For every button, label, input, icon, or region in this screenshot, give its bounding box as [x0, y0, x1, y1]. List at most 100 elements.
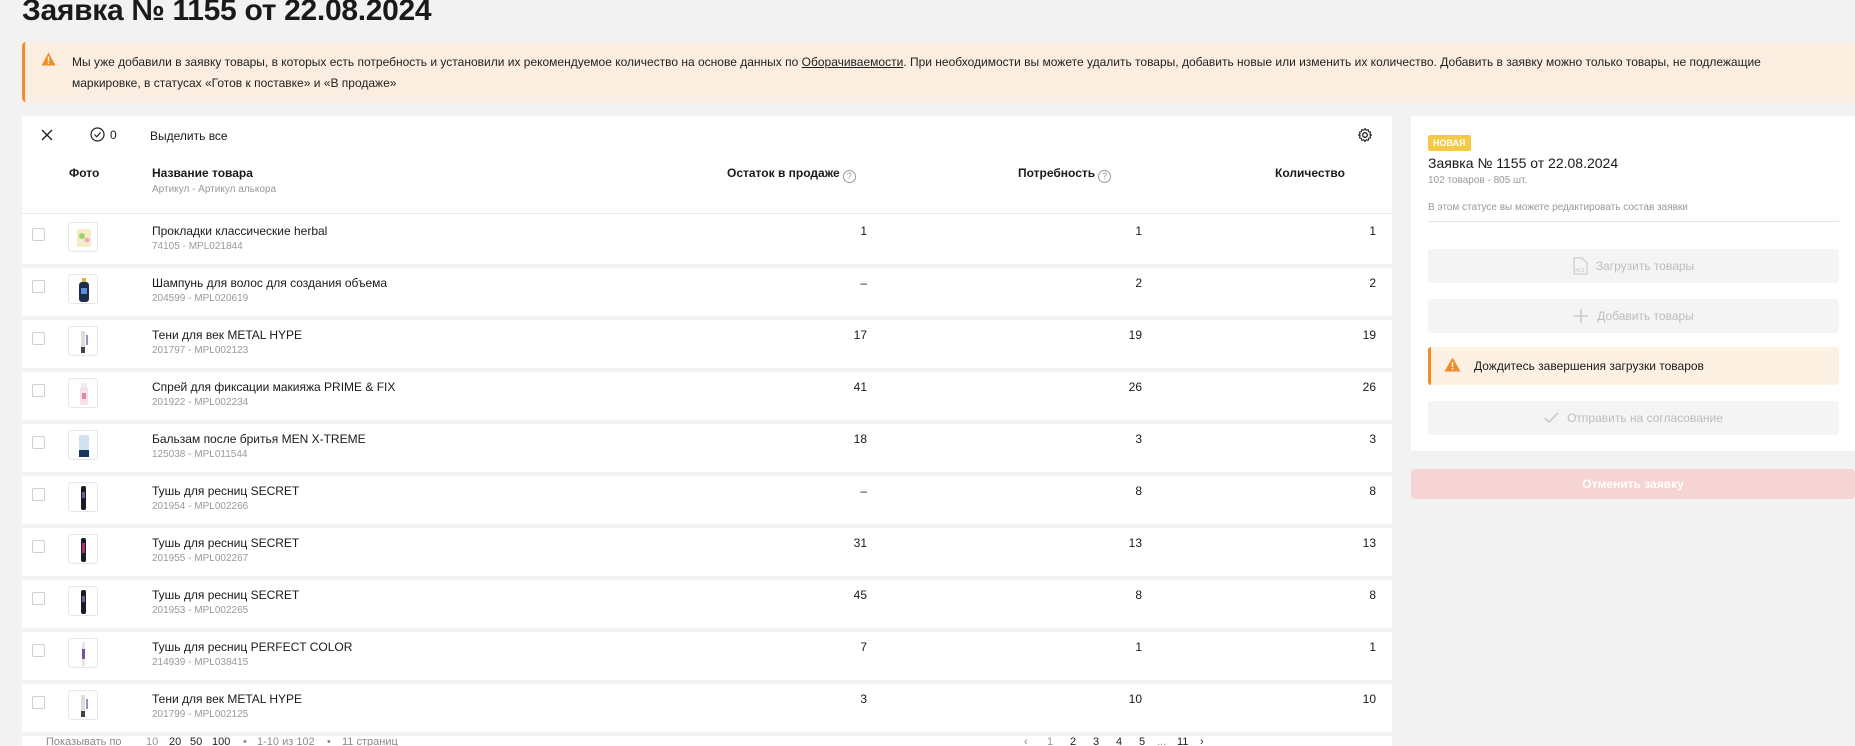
page-number[interactable]: 4: [1116, 736, 1122, 746]
quantity-value[interactable]: 3: [1316, 432, 1376, 446]
quantity-value[interactable]: 10: [1316, 692, 1376, 706]
select-all-button[interactable]: Выделить все: [150, 129, 228, 143]
table-row[interactable]: Прокладки классические herbal 74105 - MPL…: [22, 216, 1392, 268]
table-row[interactable]: Тушь для ресниц PERFECT COLOR 214939 - MP…: [22, 632, 1392, 684]
product-name[interactable]: Тушь для ресниц SECRET: [152, 536, 299, 550]
product-name[interactable]: Шампунь для волос для создания объема: [152, 276, 387, 290]
page-size-option[interactable]: 10: [146, 736, 158, 746]
product-name[interactable]: Тени для век METAL HYPE: [152, 328, 302, 342]
row-checkbox[interactable]: [32, 228, 45, 241]
quantity-value[interactable]: 1: [1316, 640, 1376, 654]
product-thumbnail: [68, 534, 98, 564]
row-checkbox[interactable]: [32, 696, 45, 709]
col-name[interactable]: Название товара: [152, 166, 253, 180]
table-row[interactable]: Бальзам после бритья MEN X-TREME 125038 -…: [22, 424, 1392, 476]
product-name[interactable]: Тушь для ресниц SECRET: [152, 484, 299, 498]
upload-products-button[interactable]: XLS Загрузить товары: [1428, 249, 1839, 283]
table-body: Прокладки классические herbal 74105 - MPL…: [22, 216, 1392, 736]
product-sku: 201922 - MPL002234: [152, 397, 249, 408]
help-icon[interactable]: ?: [842, 170, 856, 183]
table-row[interactable]: Тушь для ресниц SECRET 201955 - MPL002267…: [22, 528, 1392, 580]
close-icon[interactable]: [40, 128, 54, 142]
product-name[interactable]: Прокладки классические herbal: [152, 224, 327, 238]
row-checkbox[interactable]: [32, 644, 45, 657]
page-number[interactable]: 3: [1093, 736, 1099, 746]
row-checkbox[interactable]: [32, 280, 45, 293]
page-size-option[interactable]: 50: [190, 736, 202, 746]
quantity-value[interactable]: 1: [1316, 224, 1376, 238]
row-checkbox[interactable]: [32, 592, 45, 605]
page-number[interactable]: 11: [1177, 736, 1188, 746]
product-thumbnail: [68, 430, 98, 460]
pages-count: 11 страниц: [342, 736, 398, 746]
need-value: 8: [1135, 484, 1142, 498]
send-for-approval-button[interactable]: Отправить на согласование: [1428, 401, 1839, 435]
order-summary-panel: НОВАЯ Заявка № 1155 от 22.08.2024 102 то…: [1411, 116, 1855, 451]
row-checkbox[interactable]: [32, 540, 45, 553]
quantity-value[interactable]: 26: [1316, 380, 1376, 394]
pagination: Показывать по 10 20 50 100 • 1-10 из 102…: [22, 736, 1392, 746]
row-checkbox[interactable]: [32, 436, 45, 449]
product-name[interactable]: Бальзам после бритья MEN X-TREME: [152, 432, 366, 446]
quantity-value[interactable]: 13: [1316, 536, 1376, 550]
check-circle-icon: [90, 127, 105, 142]
col-need[interactable]: Потребность?: [1018, 166, 1112, 183]
turnover-link[interactable]: Оборачиваемости: [802, 55, 904, 69]
product-sku: 201953 - MPL002265: [152, 605, 249, 616]
quantity-value[interactable]: 8: [1316, 484, 1376, 498]
help-icon[interactable]: ?: [1098, 170, 1112, 183]
status-note: В этом статусе вы можете редактировать с…: [1428, 202, 1839, 222]
row-checkbox[interactable]: [32, 488, 45, 501]
quantity-value[interactable]: 2: [1316, 276, 1376, 290]
dot-separator: •: [243, 736, 247, 746]
row-checkbox[interactable]: [32, 332, 45, 345]
col-photo: Фото: [69, 166, 100, 180]
product-sku: 74105 - MPL021844: [152, 241, 243, 252]
dot-separator: •: [327, 736, 331, 746]
table-row[interactable]: Тени для век METAL HYPE 201799 - MPL00212…: [22, 684, 1392, 736]
table-header: Фото Название товара Артикул - Артикул а…: [22, 166, 1392, 214]
product-name[interactable]: Тушь для ресниц SECRET: [152, 588, 299, 602]
col-qty[interactable]: Количество: [1275, 166, 1345, 180]
need-value: 19: [1128, 328, 1142, 342]
stock-value: 45: [853, 588, 867, 602]
quantity-value[interactable]: 8: [1316, 588, 1376, 602]
table-row[interactable]: Тушь для ресниц SECRET 201954 - MPL002266…: [22, 476, 1392, 528]
page-size-option[interactable]: 20: [169, 736, 181, 746]
stock-value: –: [860, 276, 867, 290]
gear-icon[interactable]: [1357, 127, 1373, 143]
table-row[interactable]: Тушь для ресниц SECRET 201953 - MPL002265…: [22, 580, 1392, 632]
col-name-sub: Артикул - Артикул алькора: [152, 184, 277, 195]
table-row[interactable]: Шампунь для волос для создания объема 204…: [22, 268, 1392, 320]
table-row[interactable]: Спрей для фиксации макияжа PRIME & FIX 20…: [22, 372, 1392, 424]
add-products-button[interactable]: Добавить товары: [1428, 299, 1839, 333]
page-number[interactable]: 5: [1139, 736, 1145, 746]
product-sku: 201955 - MPL002267: [152, 553, 249, 564]
selected-counter: 0: [90, 127, 117, 142]
chevron-left-icon[interactable]: ‹: [1024, 736, 1028, 746]
product-thumbnail: [68, 274, 98, 304]
order-title: Заявка № 1155 от 22.08.2024: [1428, 155, 1619, 171]
need-value: 26: [1128, 380, 1142, 394]
table-row[interactable]: Тени для век METAL HYPE 201797 - MPL00212…: [22, 320, 1392, 372]
table-toolbar: 0 Выделить все: [22, 116, 1392, 156]
warning-icon: [41, 52, 56, 71]
product-name[interactable]: Тени для век METAL HYPE: [152, 692, 302, 706]
product-sku: 201797 - MPL002123: [152, 345, 249, 356]
stock-value: 3: [860, 692, 867, 706]
stock-value: 18: [853, 432, 867, 446]
page-number[interactable]: 2: [1070, 736, 1076, 746]
wait-text: Дождитесь завершения загрузки товаров: [1474, 359, 1704, 373]
row-checkbox[interactable]: [32, 384, 45, 397]
page-size-option[interactable]: 100: [212, 736, 230, 746]
chevron-right-icon[interactable]: ›: [1200, 736, 1204, 746]
quantity-value[interactable]: 19: [1316, 328, 1376, 342]
col-stock[interactable]: Остаток в продаже?: [727, 166, 856, 183]
page-title: Заявка № 1155 от 22.08.2024: [22, 0, 432, 27]
cancel-order-button[interactable]: Отменить заявку: [1411, 469, 1855, 499]
product-name[interactable]: Спрей для фиксации макияжа PRIME & FIX: [152, 380, 395, 394]
selected-count: 0: [110, 127, 117, 142]
upload-wait-alert: Дождитесь завершения загрузки товаров: [1428, 347, 1839, 385]
page-number[interactable]: 1: [1047, 736, 1053, 746]
product-name[interactable]: Тушь для ресниц PERFECT COLOR: [152, 640, 352, 654]
